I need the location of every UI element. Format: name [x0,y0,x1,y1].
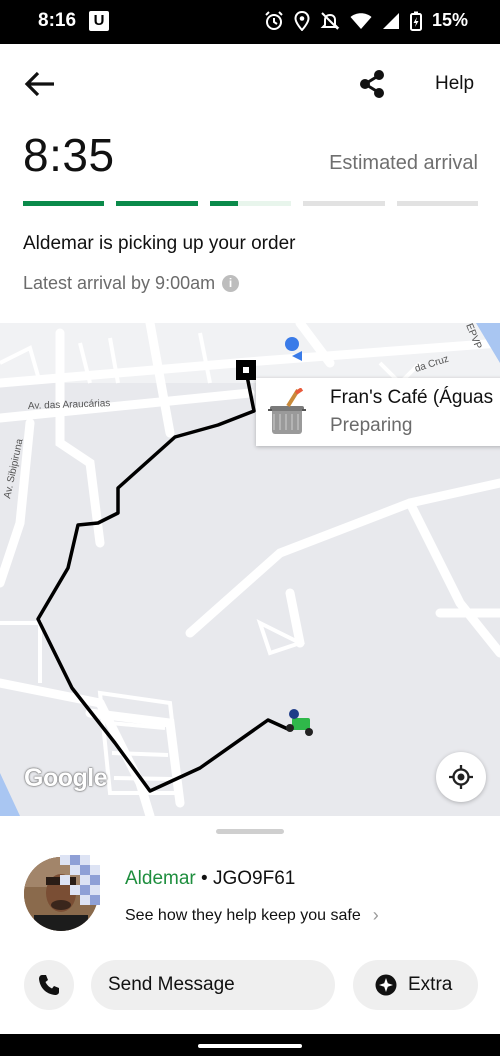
status-icons: 15% [264,10,468,31]
progress-segment [396,201,479,206]
progress-segment [303,201,385,206]
restaurant-name: Fran's Café (Águas [330,387,494,408]
progress-segment-fill [116,201,198,206]
phone-icon [39,975,59,995]
status-bar: 8:16 U 15% [0,0,500,44]
progress-segment [209,201,292,206]
delivery-progress-bar [23,201,479,206]
info-icon[interactable]: i [222,275,240,292]
map-view[interactable]: Av. das Araucárias Av. Sibipiruna da Cru… [0,323,500,816]
latest-arrival-text: Latest arrival by 9:00am [23,273,216,293]
safety-link-text: See how they help keep you safe [125,906,361,924]
cooking-pot-icon [268,388,306,434]
order-status-message: Aldemar is picking up your order [23,233,296,254]
share-button[interactable] [356,68,388,100]
recenter-button[interactable] [436,752,486,802]
alarm-icon [265,10,283,30]
verified-pattern-icon [60,855,100,905]
extra-label: Extra [408,974,453,995]
bottom-sheet: Aldemar • JGO9F61 See how they help keep… [0,816,500,1034]
eta-time: 8:35 [23,129,115,181]
top-bar: Help [0,44,500,124]
sparkle-icon [375,974,397,996]
back-arrow-icon [24,71,54,97]
eta-label: Estimated arrival [329,152,478,174]
back-button[interactable] [22,66,58,102]
progress-segment [23,201,105,206]
progress-segment-fill [209,201,239,206]
progress-segment-fill [23,201,105,206]
google-logo: Google [24,764,108,792]
battery-percent: 15% [431,10,468,30]
progress-segment [116,201,198,206]
restaurant-card[interactable]: Fran's Café (Águas Preparing [256,378,500,446]
license-plate: JGO9F61 [212,868,296,889]
safety-info-link[interactable]: See how they help keep you safe › [125,905,379,926]
location-icon [294,10,310,31]
app-notification-icon: U [89,11,109,31]
latest-arrival: Latest arrival by 9:00am i [23,273,240,294]
my-location-dot-icon [285,337,299,351]
share-icon [360,70,384,98]
restaurant-status: Preparing [330,415,413,436]
home-indicator[interactable] [198,1044,302,1048]
driver-name: Aldemar [125,868,196,889]
driver-info: Aldemar • JGO9F61 [125,868,295,890]
mute-bell-icon [320,11,340,30]
system-nav-bar [0,1034,500,1056]
battery-icon [409,11,422,31]
crosshair-icon [449,765,473,789]
tracking-screen: Help 8:35 Estimated arrival Aldemar is p… [0,44,500,1034]
wifi-icon [350,12,372,29]
signal-icon [382,12,399,29]
help-link[interactable]: Help [435,73,474,95]
extra-button[interactable]: Extra [353,960,478,1010]
send-message-button[interactable]: Send Message [91,960,335,1010]
driver-separator: • [195,868,213,889]
chevron-right-icon: › [372,905,379,925]
sheet-drag-handle[interactable] [216,829,284,834]
status-time: 8:16 [38,10,77,31]
call-button[interactable] [24,960,74,1010]
